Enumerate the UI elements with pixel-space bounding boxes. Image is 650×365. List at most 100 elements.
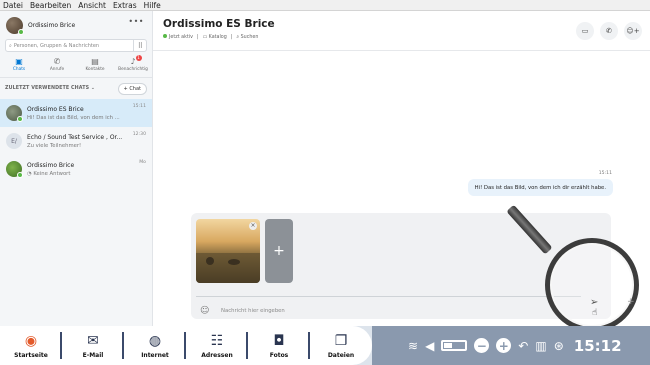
- profile-avatar[interactable]: [6, 16, 24, 35]
- audio-call-button[interactable]: ✆: [600, 22, 618, 40]
- dock-adressen[interactable]: ☷ Adressen: [186, 326, 248, 365]
- online-status-dot: [17, 116, 23, 122]
- search-input[interactable]: ⌕ Personen, Gruppen & Nachrichten ⠿: [5, 39, 147, 52]
- online-status-dot: [163, 34, 167, 38]
- app-dock: ◉ Startseite ✉ E-Mail ◍ Internet ☷ Adres…: [0, 326, 372, 365]
- zoom-out-button[interactable]: −: [474, 338, 490, 353]
- menu-extras[interactable]: Extras: [113, 1, 137, 10]
- menu-datei[interactable]: Datei: [3, 1, 23, 10]
- dock-internet[interactable]: ◍ Internet: [124, 326, 186, 365]
- remove-attachment-icon[interactable]: ×: [249, 222, 257, 230]
- presence-status: Jetzt aktiv: [163, 34, 193, 40]
- gallery-icon: ▭: [202, 34, 208, 40]
- tab-calls[interactable]: ✆ Anrufe: [39, 56, 76, 77]
- notification-badge: 1: [135, 55, 142, 61]
- message-bubble[interactable]: Hi! Das ist das Bild, von dem ich dir er…: [467, 179, 613, 196]
- chat-avatar: [6, 161, 23, 178]
- chat-preview: ◔ Keine Antwort: [27, 170, 71, 177]
- find-link[interactable]: ⌕ Suchen: [236, 34, 258, 40]
- composer-divider: [196, 296, 581, 297]
- gallery-link[interactable]: ▭ Katalog: [203, 35, 227, 40]
- chat-time: 12:30: [132, 132, 146, 137]
- attached-image-thumbnail[interactable]: ×: [196, 219, 260, 283]
- video-camera-icon: ▭: [581, 27, 589, 35]
- phone-icon: ✆: [606, 27, 612, 35]
- add-attachment-button[interactable]: +: [265, 219, 293, 283]
- tab-contacts-label: Kontakte: [85, 67, 105, 72]
- bell-icon: ♪: [130, 57, 136, 66]
- new-chat-button[interactable]: + Chat: [117, 82, 147, 95]
- tab-notifications[interactable]: ♪ 1 Benachrichtig: [115, 55, 152, 77]
- dialpad-icon[interactable]: ⠿: [133, 39, 147, 52]
- emoji-icon[interactable]: ☺: [200, 306, 209, 316]
- hand-cursor-icon: ☝: [592, 308, 598, 318]
- message-time: 15:11: [598, 171, 612, 176]
- chat-title: Ordissimo ES Brice: [27, 105, 84, 113]
- tab-contacts[interactable]: ▤ Kontakte: [77, 56, 114, 77]
- menu-hilfe[interactable]: Hilfe: [144, 1, 161, 10]
- profile-name: Ordissimo Brice: [28, 21, 76, 29]
- contacts-icon: ☷: [210, 333, 224, 349]
- chat-avatar: E/: [6, 133, 22, 149]
- chat-time: 15:11: [132, 104, 146, 109]
- add-participant-button[interactable]: ☺+: [624, 22, 642, 40]
- plus-icon: +: [273, 243, 285, 259]
- menu-ansicht[interactable]: Ansicht: [78, 1, 106, 10]
- message-input[interactable]: Nachricht hier eingeben: [221, 308, 285, 314]
- menu-bearbeiten[interactable]: Bearbeiten: [30, 1, 71, 10]
- search-icon: ⌕: [236, 35, 240, 40]
- conversation-header: Ordissimo ES Brice Jetzt aktiv | ▭ Katal…: [153, 11, 650, 51]
- chat-icon: ▣: [15, 57, 23, 66]
- phone-icon: ✆: [53, 57, 61, 66]
- undo-icon[interactable]: ↶: [518, 339, 528, 353]
- dock-fotos[interactable]: ◘ Fotos: [248, 326, 310, 365]
- tab-chats[interactable]: ▣ Chats: [1, 56, 38, 77]
- recent-chats-label[interactable]: ZULETZT VERWENDETE CHATS ⌄: [5, 86, 95, 91]
- clock: 15:12: [573, 336, 622, 355]
- profile-header[interactable]: Ordissimo Brice •••: [0, 11, 152, 39]
- tab-notifications-label: Benachrichtig: [118, 67, 148, 72]
- battery-icon: [441, 340, 468, 351]
- sidebar: Ordissimo Brice ••• ⌕ Personen, Gruppen …: [0, 11, 153, 326]
- menu-bar: Datei Bearbeiten Ansicht Extras Hilfe: [0, 0, 650, 11]
- dock-startseite[interactable]: ◉ Startseite: [0, 326, 62, 365]
- wifi-icon[interactable]: ≋: [408, 339, 418, 353]
- camera-icon: ◘: [273, 333, 285, 349]
- search-icon: ⌕: [9, 42, 12, 49]
- home-icon: ◉: [24, 333, 38, 349]
- globe-icon: ◍: [148, 333, 162, 349]
- system-tray: ≋ ◀ − + ↶ ▥ ⊛ 15:12: [372, 326, 650, 365]
- dock-dateien[interactable]: ❐ Dateien: [310, 326, 372, 365]
- search-placeholder: Personen, Gruppen & Nachrichten: [13, 42, 100, 49]
- chat-item-echo-sound-test[interactable]: E/ Echo / Sound Test Service , Or... Zu …: [0, 127, 152, 155]
- tab-calls-label: Anrufe: [49, 67, 65, 72]
- chat-preview: Hi! Das ist das Bild, von dem ich ...: [27, 114, 120, 121]
- add-person-icon: ☺+: [626, 27, 640, 35]
- send-icon[interactable]: ➢: [590, 297, 598, 308]
- files-icon: ❐: [334, 333, 348, 349]
- volume-icon[interactable]: ◀: [425, 339, 434, 353]
- trash-icon[interactable]: ▥: [535, 339, 546, 353]
- chat-preview: Zu viele Teilnehmer!: [27, 142, 82, 149]
- chat-item-ordissimo-es-brice[interactable]: Ordissimo ES Brice Hi! Das ist das Bild,…: [0, 99, 152, 127]
- sidebar-nav: ▣ Chats ✆ Anrufe ▤ Kontakte ♪ 1 Benachri…: [0, 55, 152, 78]
- help-icon[interactable]: ⊛: [554, 339, 564, 353]
- tab-chats-label: Chats: [12, 67, 26, 72]
- more-options-icon[interactable]: •••: [128, 17, 144, 26]
- dock-email[interactable]: ✉ E-Mail: [62, 326, 124, 365]
- mail-icon: ✉: [87, 333, 99, 349]
- chat-time: Mo: [139, 160, 146, 165]
- taskbar: ◉ Startseite ✉ E-Mail ◍ Internet ☷ Adres…: [0, 326, 650, 365]
- more-icon[interactable]: +: [627, 297, 635, 307]
- contacts-icon: ▤: [91, 57, 99, 66]
- video-call-button[interactable]: ▭: [576, 22, 594, 40]
- online-status-dot: [18, 28, 24, 35]
- online-status-dot: [17, 172, 23, 178]
- zoom-in-button[interactable]: +: [496, 338, 512, 353]
- chat-item-ordissimo-brice[interactable]: Ordissimo Brice ◔ Keine Antwort Mo: [0, 155, 152, 183]
- chat-title: Echo / Sound Test Service , Or...: [27, 133, 123, 141]
- recent-chats-header: ZULETZT VERWENDETE CHATS ⌄ + Chat: [0, 78, 152, 99]
- chat-avatar: [6, 105, 23, 122]
- missed-call-icon: ◔: [27, 170, 32, 177]
- chat-title: Ordissimo Brice: [27, 161, 75, 169]
